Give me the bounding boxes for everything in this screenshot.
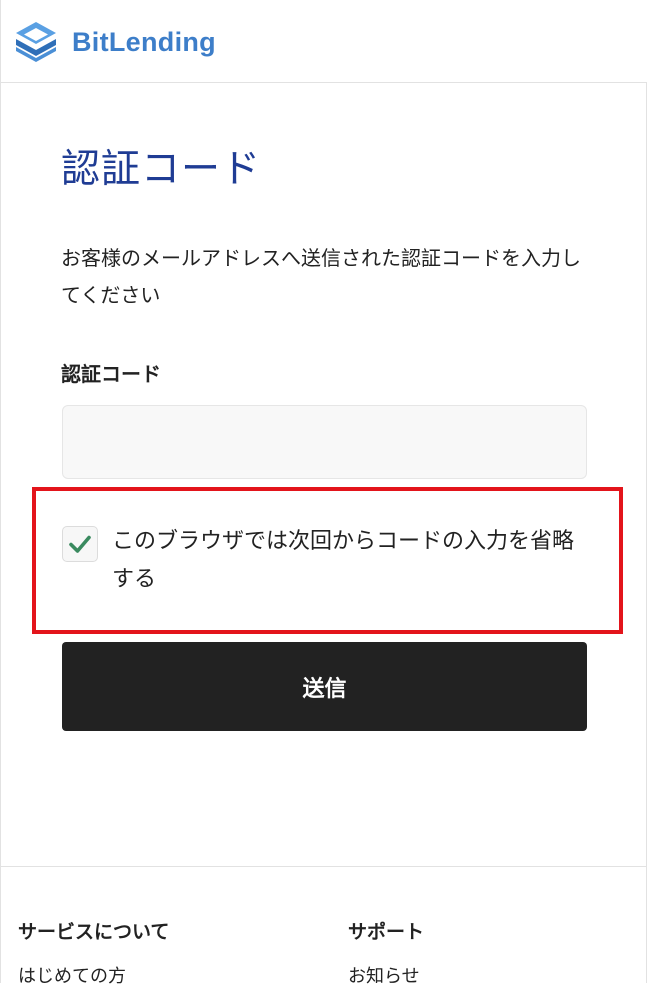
checkmark-icon [69, 535, 91, 553]
brand-logo[interactable]: BitLending [14, 20, 216, 64]
footer-column-service: サービスについて はじめての方 [18, 917, 169, 988]
code-field-label: 認証コード [61, 362, 161, 386]
site-header: BitLending [1, 0, 647, 83]
footer-link-getting-started[interactable]: はじめての方 [18, 962, 169, 988]
page-title: 認証コード [61, 147, 262, 192]
verification-code-input[interactable] [62, 405, 587, 479]
instruction-text: お客様のメールアドレスへ送信された認証コードを入力してください [61, 246, 581, 307]
remember-checkbox-label[interactable]: このブラウザでは次回からコードの入力を省略する [112, 523, 582, 599]
remember-checkbox[interactable] [62, 526, 98, 562]
submit-button[interactable]: 送信 [62, 642, 587, 731]
footer-heading-support: サポート [348, 921, 425, 943]
footer-heading-service: サービスについて [18, 921, 170, 943]
bitlending-logo-icon [16, 22, 56, 62]
site-footer: サービスについて はじめての方 サポート お知らせ [1, 866, 647, 987]
remember-browser-option[interactable]: このブラウザでは次回からコードの入力を省略する [62, 523, 582, 599]
page-frame: BitLending 認証コード お客様のメールアドレスへ送信された認証コードを… [0, 0, 647, 987]
footer-link-news[interactable]: お知らせ [348, 962, 424, 988]
brand-name: BitLending [72, 26, 216, 57]
footer-column-support: サポート お知らせ [348, 917, 424, 988]
